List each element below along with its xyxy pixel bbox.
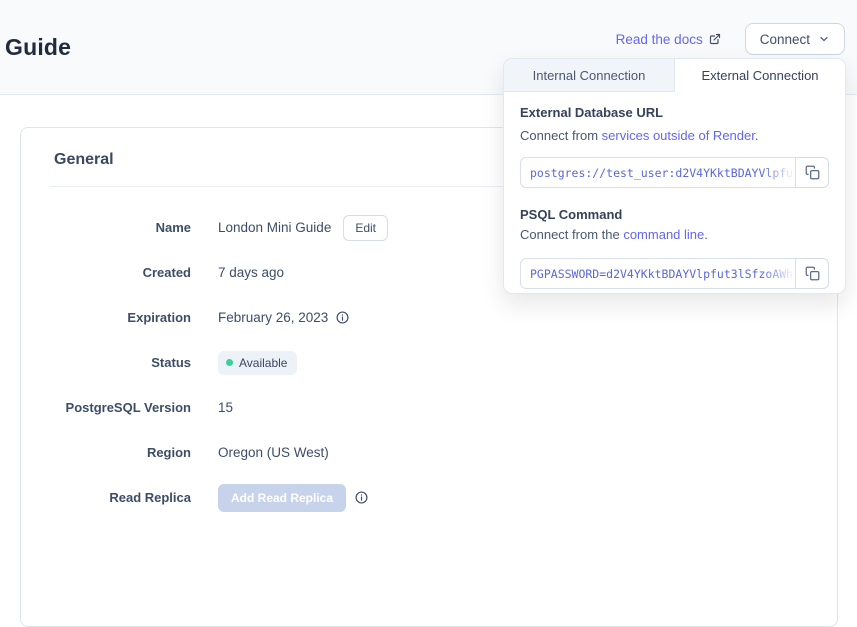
field-row-expiration: Expiration February 26, 2023 (21, 295, 837, 340)
external-url-input-group: postgres://test_user:d2V4YKktBDAYVlpfut3… (520, 157, 829, 188)
field-row-region: Region Oregon (US West) (21, 430, 837, 475)
field-row-status: Status Available (21, 340, 837, 385)
chevron-down-icon (818, 33, 830, 45)
postgres-version-label: PostgreSQL Version (21, 400, 191, 415)
status-label: Status (21, 355, 191, 370)
external-database-url-heading: External Database URL (520, 105, 829, 120)
connect-popover: Internal Connection External Connection … (503, 58, 846, 294)
add-read-replica-button[interactable]: Add Read Replica (218, 484, 346, 512)
copy-icon (805, 266, 820, 281)
read-the-docs-link[interactable]: Read the docs (616, 32, 721, 47)
status-available-dot (226, 359, 233, 366)
psql-command-heading: PSQL Command (520, 207, 829, 222)
created-label: Created (21, 265, 191, 280)
psql-command-input[interactable]: PGPASSWORD=d2V4YKktBDAYVlpfut3lSfzoAWhwb… (520, 258, 796, 289)
external-url-input[interactable]: postgres://test_user:d2V4YKktBDAYVlpfut3… (520, 157, 796, 188)
external-connection-panel: External Database URL Connect from servi… (504, 92, 845, 289)
region-label: Region (21, 445, 191, 460)
edit-name-button[interactable]: Edit (343, 215, 388, 241)
expiration-info-icon[interactable] (336, 311, 349, 324)
copy-icon (805, 165, 820, 180)
connect-button-label: Connect (760, 32, 810, 47)
region-value: Oregon (US West) (218, 445, 329, 460)
expiration-value: February 26, 2023 (218, 310, 328, 325)
status-badge-label: Available (239, 356, 287, 370)
status-badge: Available (218, 351, 297, 375)
expiration-label: Expiration (21, 310, 191, 325)
name-value: London Mini Guide (218, 220, 331, 235)
desc-text: Connect from the (520, 227, 623, 242)
created-value: 7 days ago (218, 265, 284, 280)
connection-tabs: Internal Connection External Connection (504, 59, 845, 92)
external-link-icon (709, 33, 721, 45)
name-label: Name (21, 220, 191, 235)
desc-text: . (755, 128, 759, 143)
psql-command-desc: Connect from the command line. (520, 227, 829, 242)
desc-text: Connect from (520, 128, 602, 143)
copy-external-url-button[interactable] (795, 157, 829, 188)
external-database-url-desc: Connect from services outside of Render. (520, 128, 829, 143)
services-outside-render-link[interactable]: services outside of Render (602, 128, 755, 143)
read-the-docs-label: Read the docs (616, 32, 703, 47)
read-replica-info-icon[interactable] (355, 491, 368, 504)
command-line-link[interactable]: command line (623, 227, 704, 242)
header-actions: Read the docs Connect (616, 23, 845, 55)
field-row-postgres-version: PostgreSQL Version 15 (21, 385, 837, 430)
field-row-read-replica: Read Replica Add Read Replica (21, 475, 837, 520)
desc-text: . (704, 227, 708, 242)
connect-button[interactable]: Connect (745, 23, 845, 55)
copy-psql-command-button[interactable] (795, 258, 829, 289)
tab-internal-connection[interactable]: Internal Connection (504, 59, 675, 92)
postgres-version-value: 15 (218, 400, 233, 415)
psql-command-input-group: PGPASSWORD=d2V4YKktBDAYVlpfut3lSfzoAWhwb… (520, 258, 829, 289)
read-replica-label: Read Replica (21, 490, 191, 505)
tab-external-connection[interactable]: External Connection (675, 59, 845, 92)
page-title: Guide (5, 34, 71, 61)
